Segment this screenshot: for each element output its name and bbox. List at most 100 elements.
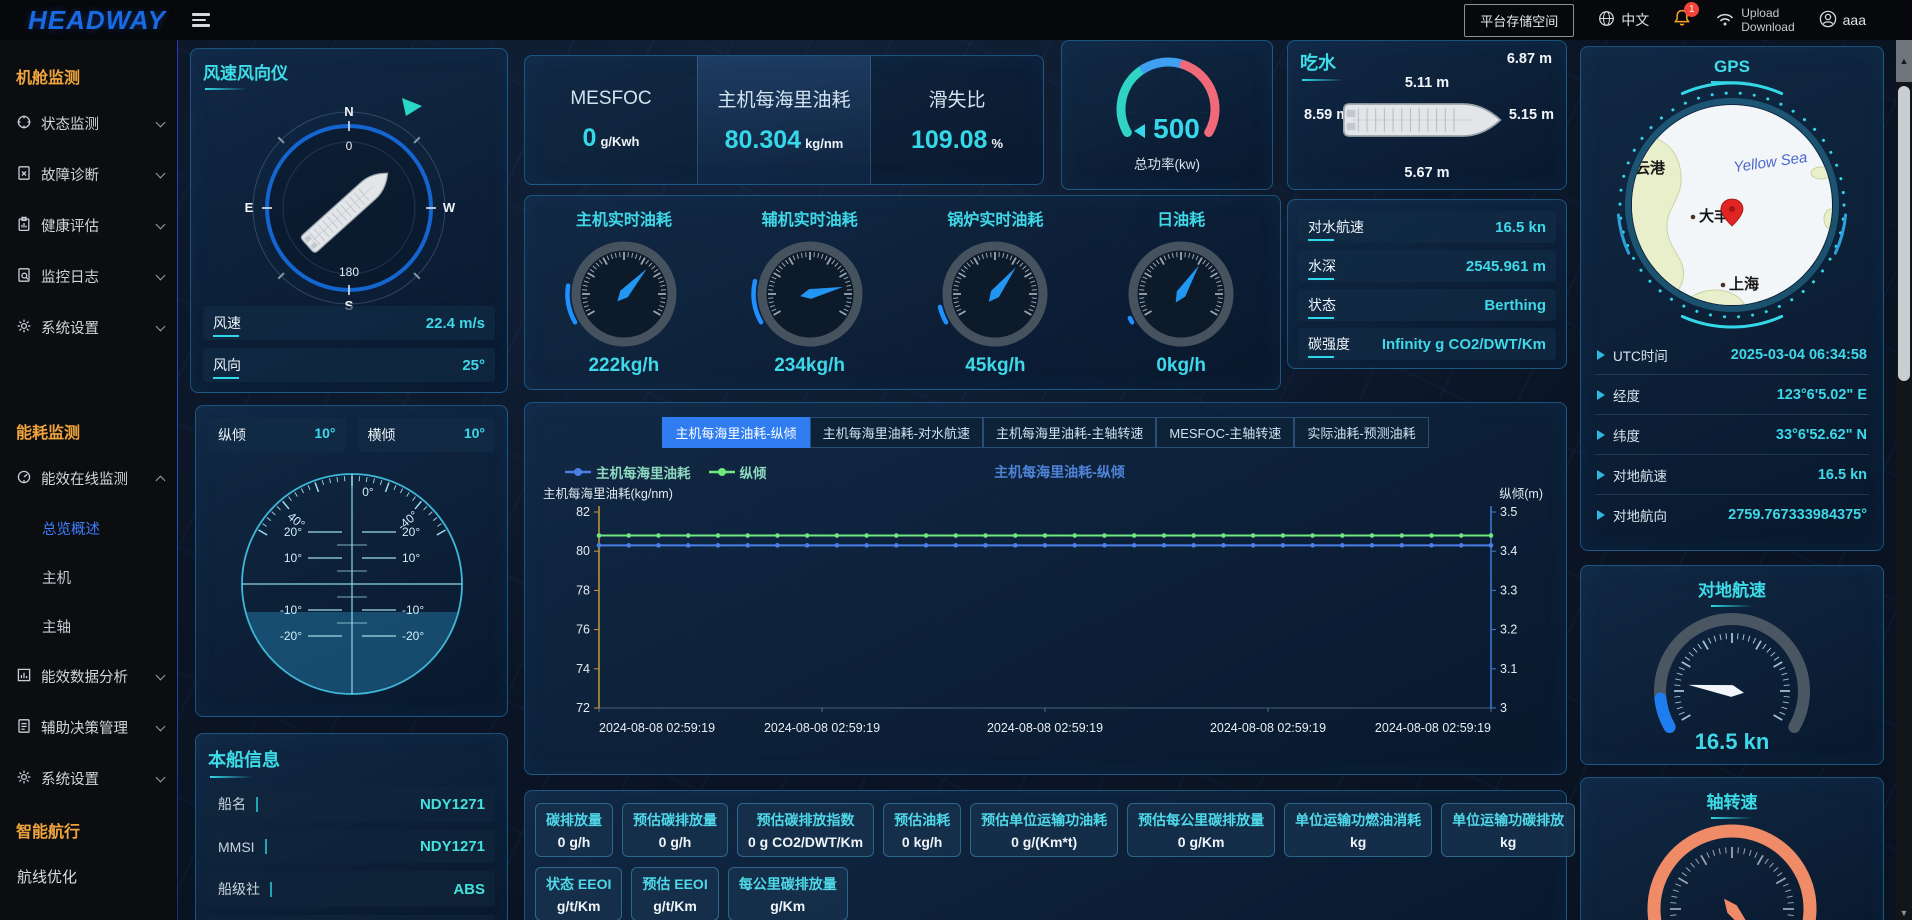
emission-stats-row-1: 碳排放量0 g/h预估碳排放量0 g/h预估碳排放指数0 g CO2/DWT/K… <box>535 803 1556 857</box>
ship-info-value: NDY1271 <box>420 796 485 813</box>
sidebar-item-status-monitoring[interactable]: 状态监测 <box>0 98 178 149</box>
sidebar-subitem-main-engine[interactable]: 主机 <box>0 553 178 602</box>
svg-text:上海: 上海 <box>1729 275 1759 293</box>
mesfoc-stat: MESFOC0g/Kwh <box>525 56 697 184</box>
sidebar-item-system-settings-2[interactable]: 系统设置 <box>0 753 178 804</box>
emission-stat-value: 0 kg/h <box>894 834 950 850</box>
chart-tab[interactable]: 主机每海里油耗-对水航速 <box>810 417 983 448</box>
scrollbar[interactable]: ▲ ▼ <box>1896 40 1912 920</box>
emission-stat-label: 每公里碳排放量 <box>739 874 837 894</box>
chart-legend: 主机每海里油耗纵倾 <box>565 462 767 482</box>
total-power-value: 500 <box>1153 113 1200 144</box>
mesfoc-stat-value-row: 0g/Kwh <box>583 124 640 153</box>
trim-card: 纵倾 10° 横倾 10° 40°0°-40°20°20°10°10°-10°-… <box>195 405 508 717</box>
emission-stat-label: 预估单位运输功油耗 <box>981 810 1107 830</box>
sidebar-item-label: 系统设置 <box>41 317 99 338</box>
water-info-value: 16.5 kn <box>1495 219 1546 236</box>
water-info-value: 2545.961 m <box>1466 258 1546 275</box>
svg-text:2024-08-08 02:59:19: 2024-08-08 02:59:19 <box>599 721 715 735</box>
emission-stat-chip: 预估油耗0 kg/h <box>883 803 961 857</box>
water-info-row: 状态Berthing <box>1298 289 1556 321</box>
emission-stats-card: 碳排放量0 g/h预估碳排放量0 g/h预估碳排放指数0 g CO2/DWT/K… <box>524 790 1567 920</box>
draft-value-fore: 6.87 m <box>1507 51 1552 67</box>
sidebar-section-energy-monitoring: 能耗监测 <box>0 405 178 453</box>
sidebar-item-label: 监控日志 <box>41 266 99 287</box>
storage-button[interactable]: 平台存储空间 <box>1464 4 1574 37</box>
sidebar: 机舱监测状态监测故障诊断健康评估监控日志系统设置能耗监测能效在线监测总览概述主机… <box>0 40 178 920</box>
mesfoc-stat-unit: kg/nm <box>805 136 843 151</box>
ship-info-rows: 船名NDY1271MMSINDY1271船级社ABS船籍港MH <box>208 786 495 920</box>
mesfoc-stats-card: MESFOC0g/Kwh主机每海里油耗80.304kg/nm滑失比109.08% <box>524 55 1044 185</box>
fuel-gauge-title: 辅机实时油耗 <box>762 206 858 230</box>
sidebar-item-fault-diagnosis[interactable]: 故障诊断 <box>0 149 178 200</box>
shaft-speed-gauge <box>1591 813 1873 920</box>
user-menu[interactable]: aaa <box>1819 10 1866 31</box>
sidebar-data-analysis-icon <box>16 667 32 687</box>
total-power-value-row: 500 <box>1062 113 1272 145</box>
svg-text:2024-08-08 02:59:19: 2024-08-08 02:59:19 <box>1375 721 1491 735</box>
mesfoc-stat-value: 80.304 <box>725 126 801 154</box>
svg-text:20°: 20° <box>283 525 301 539</box>
wind-compass: NSEW0180 <box>203 90 495 330</box>
triangle-bullet-icon <box>1597 510 1605 520</box>
mesfoc-stat-value-row: 109.08% <box>911 126 1003 155</box>
sidebar-item-route-optimization[interactable]: 航线优化 <box>0 852 178 901</box>
sidebar-item-label: 故障诊断 <box>41 164 99 185</box>
sidebar-settings-gear-icon <box>16 769 32 789</box>
chart-tab[interactable]: MESFOC-主轴转速 <box>1156 417 1294 448</box>
svg-text:74: 74 <box>576 662 590 676</box>
chart-tab[interactable]: 主机每海里油耗-主轴转速 <box>983 417 1156 448</box>
gps-row: 纬度33°6'52.62" N <box>1595 415 1869 455</box>
sidebar-item-energy-online-monitoring[interactable]: 能效在线监测 <box>0 453 178 504</box>
svg-text:2024-08-08 02:59:19: 2024-08-08 02:59:19 <box>764 721 880 735</box>
legend-item[interactable]: 纵倾 <box>709 462 767 482</box>
svg-text:10°: 10° <box>402 551 420 565</box>
svg-text:-10°: -10° <box>402 603 424 617</box>
draft-card: 吃水 6.87 m 5.11 m 8.59 m 5.15 m 5.67 m <box>1287 40 1567 190</box>
gps-row: UTC时间2025-03-04 06:34:58 <box>1595 335 1869 375</box>
emission-stat-chip: 预估每公里碳排放量0 g/Km <box>1127 803 1275 857</box>
sidebar-item-health-assessment[interactable]: 健康评估 <box>0 200 178 251</box>
sidebar-subitem-overview[interactable]: 总览概述 <box>0 504 178 553</box>
sidebar-item-label: 系统设置 <box>41 768 99 789</box>
sidebar-item-decision-support[interactable]: 辅助决策管理 <box>0 702 178 753</box>
app: HEADWAY 平台存储空间 中文 1 Upload <box>0 0 1912 920</box>
legend-item[interactable]: 主机每海里油耗 <box>565 462 691 482</box>
water-info-label: 水深 <box>1308 256 1336 276</box>
triangle-bullet-icon <box>1597 390 1605 400</box>
shaft-speed-title: 轴转速 <box>1707 788 1758 813</box>
ship-info-row: MMSINDY1271 <box>208 830 495 863</box>
gps-card: GPS Yellow Sea云港大丰京上海 UTC时间2025-03-04 06… <box>1580 46 1884 551</box>
chevron-down-icon <box>156 721 166 731</box>
scrollbar-thumb[interactable] <box>1898 86 1910 381</box>
mesfoc-stat-label: 滑失比 <box>928 85 985 112</box>
sidebar-item-monitor-log[interactable]: 监控日志 <box>0 251 178 302</box>
notifications-button[interactable]: 1 <box>1673 9 1691 33</box>
chart-tab[interactable]: 主机每海里油耗-纵倾 <box>662 417 809 448</box>
ship-info-row: 船籍港MH <box>208 915 495 920</box>
sidebar-subitem-main-shaft[interactable]: 主轴 <box>0 602 178 651</box>
draft-value-top: 5.11 m <box>1288 75 1566 91</box>
ship-info-divider <box>270 882 272 897</box>
gps-map: Yellow Sea云港大丰京上海 <box>1595 81 1869 333</box>
chart-tab[interactable]: 实际油耗-预测油耗 <box>1294 417 1428 448</box>
sidebar-settings-gear-icon <box>16 318 32 338</box>
language-switcher[interactable]: 中文 <box>1598 10 1649 30</box>
sidebar-item-label: 能效在线监测 <box>41 468 128 489</box>
sidebar-item-system-settings[interactable]: 系统设置 <box>0 302 178 353</box>
sidebar-item-label: 能效数据分析 <box>41 666 128 687</box>
svg-text:3.2: 3.2 <box>1500 623 1517 637</box>
water-info-row: 水深 2545.961 m <box>1298 250 1556 282</box>
sidebar-item-energy-data-analysis[interactable]: 能效数据分析 <box>0 651 178 702</box>
chevron-down-icon <box>156 772 166 782</box>
svg-text:W: W <box>443 200 456 215</box>
gps-row-label: 对地航速 <box>1613 465 1667 485</box>
sidebar-monitor-log-icon <box>16 267 32 287</box>
emission-stat-value: 0 g CO2/DWT/Km <box>748 834 863 850</box>
upload-download-button[interactable]: Upload Download <box>1715 6 1794 34</box>
scroll-down-button[interactable]: ▼ <box>1896 908 1912 918</box>
menu-toggle-icon[interactable] <box>192 13 210 26</box>
ship-info-row: 船级社ABS <box>208 871 495 907</box>
scroll-up-button[interactable]: ▲ <box>1896 40 1912 82</box>
svg-text:76: 76 <box>576 623 590 637</box>
